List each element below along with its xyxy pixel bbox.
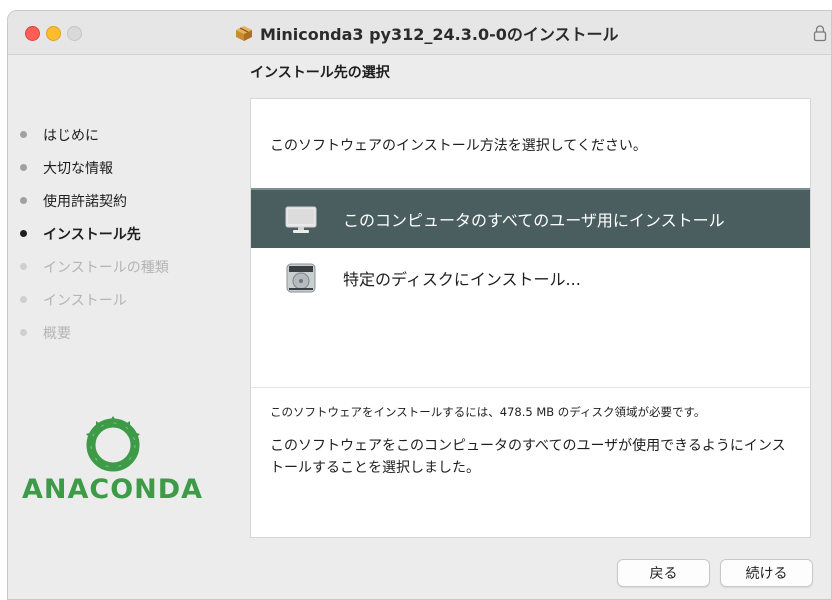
step-summary: 概要 (20, 316, 169, 349)
option-label: このコンピュータのすべてのユーザ用にインストール (343, 211, 725, 230)
window-title: Miniconda3 py312_24.3.0-0のインストール (260, 25, 619, 44)
step-bullet (20, 263, 27, 270)
step-introduction: はじめに (20, 118, 169, 151)
disk-space-note: このソフトウェアをインストールするには、478.5 MB のディスク領域が必要で… (270, 405, 706, 419)
anaconda-logo: ANACONDA (22, 412, 222, 512)
anaconda-wordmark: ANACONDA (22, 474, 204, 505)
step-installation-type: インストールの種類 (20, 250, 169, 283)
destination-panel: このソフトウェアのインストール方法を選択してください。 このコンピュータのすべて… (250, 98, 811, 538)
destination-prompt: このソフトウェアのインストール方法を選択してください。 (270, 138, 647, 154)
continue-button[interactable]: 続ける (720, 559, 813, 587)
step-bullet (20, 296, 27, 303)
anaconda-ring-icon (86, 416, 140, 472)
step-label: 概要 (43, 325, 71, 342)
step-bullet (20, 329, 27, 336)
package-icon (236, 26, 252, 41)
page-title: インストール先の選択 (250, 65, 390, 81)
option-install-specific-disk[interactable]: 特定のディスクにインストール... (251, 248, 810, 308)
zoom-button[interactable] (67, 26, 82, 41)
step-bullet (20, 230, 27, 237)
title-bar: Miniconda3 py312_24.3.0-0のインストール (8, 11, 831, 55)
step-bullet (20, 131, 27, 138)
window-title-group: Miniconda3 py312_24.3.0-0のインストール (234, 20, 619, 46)
step-bullet (20, 197, 27, 204)
step-read-me: 大切な情報 (20, 151, 169, 184)
step-label: インストール先 (43, 226, 141, 243)
installer-steps: はじめに 大切な情報 使用許諾契約 インストール先 インストールの種類 インスト… (20, 118, 169, 349)
lock-icon (813, 25, 827, 42)
step-label: インストール (43, 292, 127, 309)
step-label: 使用許諾契約 (43, 193, 127, 210)
close-button[interactable] (25, 26, 40, 41)
step-bullet (20, 164, 27, 171)
step-destination: インストール先 (20, 217, 169, 250)
step-installation: インストール (20, 283, 169, 316)
disk-icon (286, 263, 316, 293)
back-button[interactable]: 戻る (617, 559, 710, 587)
panel-divider (251, 387, 810, 388)
step-label: インストールの種類 (43, 259, 169, 276)
minimize-button[interactable] (46, 26, 61, 41)
step-label: 大切な情報 (43, 160, 113, 177)
option-install-all-users[interactable]: このコンピュータのすべてのユーザ用にインストール (251, 188, 810, 248)
step-license: 使用許諾契約 (20, 184, 169, 217)
option-label: 特定のディスクにインストール... (343, 270, 581, 289)
step-label: はじめに (43, 127, 99, 144)
computer-icon (285, 206, 317, 233)
selection-description: このソフトウェアをこのコンピュータのすべてのユーザが使用できるようにインストール… (270, 438, 786, 476)
